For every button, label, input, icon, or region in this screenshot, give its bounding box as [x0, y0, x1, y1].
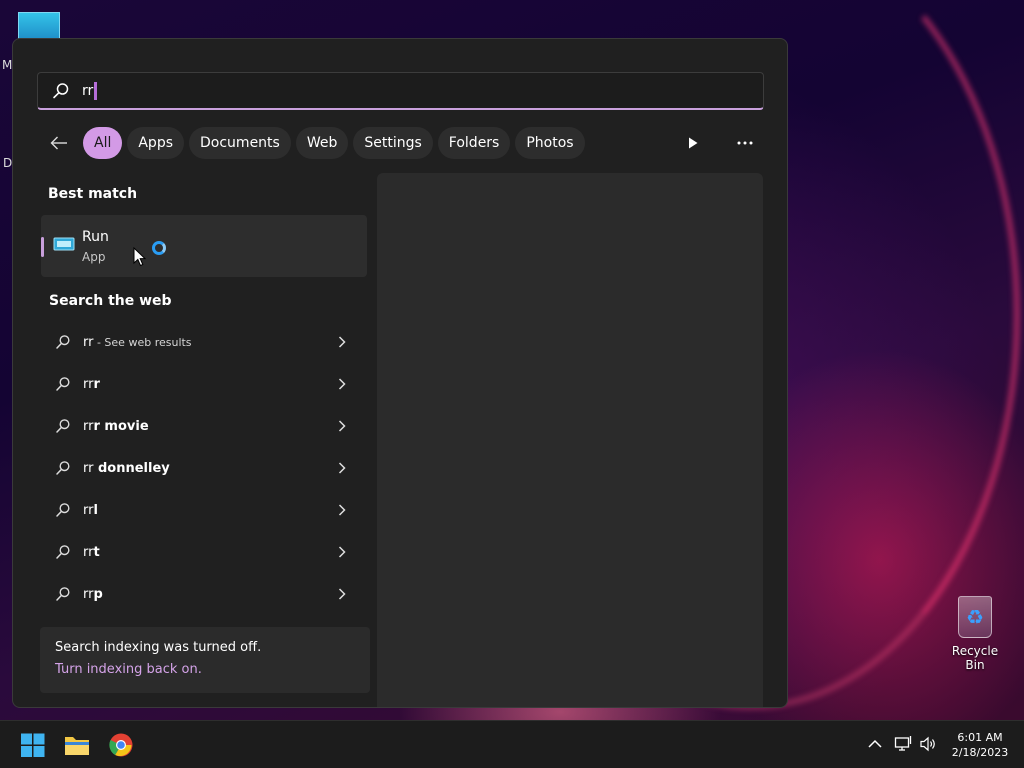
play-icon — [689, 137, 698, 149]
network-icon[interactable] — [894, 735, 912, 753]
chevron-right-icon — [338, 462, 346, 474]
search-icon — [53, 82, 69, 98]
chevron-up-icon[interactable] — [866, 735, 884, 753]
loading-spinner-icon — [152, 241, 166, 255]
web-results-list: rr - See web results rrr rrr movie rr do… — [41, 321, 367, 615]
text-caret — [94, 81, 98, 100]
chevron-right-icon — [338, 504, 346, 516]
web-result-row[interactable]: rr - See web results — [41, 321, 367, 363]
search-icon — [56, 377, 70, 391]
search-icon — [56, 545, 70, 559]
selection-indicator — [41, 237, 44, 257]
clock-date: 2/18/2023 — [951, 746, 1009, 759]
result-type: App — [82, 250, 106, 264]
chrome-icon[interactable] — [108, 733, 134, 757]
desktop-icon-label-partial: M — [2, 58, 13, 72]
web-result-text: rrt — [83, 544, 100, 560]
web-result-text: rrl — [83, 502, 98, 518]
search-icon — [56, 461, 70, 475]
search-panel: rr All Apps Documents Web Settings Folde… — [12, 38, 788, 708]
filter-photos[interactable]: Photos — [515, 127, 585, 159]
file-explorer-icon[interactable] — [64, 733, 90, 757]
filter-folders[interactable]: Folders — [437, 127, 511, 159]
search-icon — [56, 335, 70, 349]
chevron-right-icon — [338, 420, 346, 432]
chevron-right-icon — [338, 336, 346, 348]
start-button[interactable] — [20, 733, 46, 757]
filter-all[interactable]: All — [83, 127, 123, 159]
web-result-text: rrr movie — [83, 418, 149, 434]
web-result-text: rr donnelley — [83, 460, 170, 476]
recycle-bin-icon: ♻ — [958, 596, 992, 638]
web-result-row[interactable]: rrr — [41, 363, 367, 405]
desktop-shortcut-icon[interactable] — [18, 12, 60, 40]
filter-documents[interactable]: Documents — [189, 127, 291, 159]
filter-settings[interactable]: Settings — [353, 127, 433, 159]
result-name: Run — [82, 229, 109, 245]
indexing-notice-text: Search indexing was turned off. — [55, 640, 262, 655]
search-input[interactable]: rr — [37, 72, 764, 110]
search-query-text: rr — [82, 81, 98, 100]
web-result-row[interactable]: rrl — [41, 489, 367, 531]
search-icon — [56, 587, 70, 601]
ellipsis-icon — [737, 141, 753, 145]
chevron-right-icon — [338, 378, 346, 390]
chevron-right-icon — [338, 546, 346, 558]
more-filters-button[interactable] — [681, 131, 705, 155]
back-button[interactable] — [43, 127, 75, 159]
indexing-notice: Search indexing was turned off. Turn ind… — [40, 627, 370, 693]
recycle-bin-shortcut[interactable]: ♻ Recycle Bin — [942, 596, 1008, 672]
best-match-heading: Best match — [48, 186, 138, 202]
filter-web[interactable]: Web — [295, 127, 349, 159]
turn-indexing-on-link[interactable]: Turn indexing back on. — [55, 662, 202, 677]
search-filter-bar: All Apps Documents Web Settings Folders … — [43, 127, 590, 159]
search-web-heading: Search the web — [49, 293, 172, 309]
mouse-cursor-icon — [133, 247, 147, 267]
best-match-result[interactable]: Run App — [41, 215, 367, 277]
web-result-row[interactable]: rrp — [41, 573, 367, 615]
chevron-right-icon — [338, 588, 346, 600]
web-result-text: rrp — [83, 586, 103, 602]
recycle-bin-label: Recycle Bin — [951, 644, 999, 672]
web-result-row[interactable]: rrt — [41, 531, 367, 573]
web-result-text: rr - See web results — [83, 334, 192, 350]
search-icon — [56, 503, 70, 517]
web-result-row[interactable]: rrr movie — [41, 405, 367, 447]
result-preview-pane — [377, 173, 763, 707]
filter-apps[interactable]: Apps — [127, 127, 185, 159]
clock-time: 6:01 AM — [957, 731, 1003, 744]
web-result-text: rrr — [83, 376, 100, 392]
volume-icon[interactable] — [919, 735, 937, 753]
clock[interactable]: 6:01 AM 2/18/2023 — [944, 730, 1016, 760]
desktop-icon-label-partial: D — [3, 156, 13, 170]
arrow-left-icon — [50, 136, 67, 150]
more-options-button[interactable] — [733, 131, 757, 155]
taskbar: 6:01 AM 2/18/2023 — [0, 720, 1024, 768]
web-result-row[interactable]: rr donnelley — [41, 447, 367, 489]
run-app-icon — [53, 237, 75, 251]
search-icon — [56, 419, 70, 433]
